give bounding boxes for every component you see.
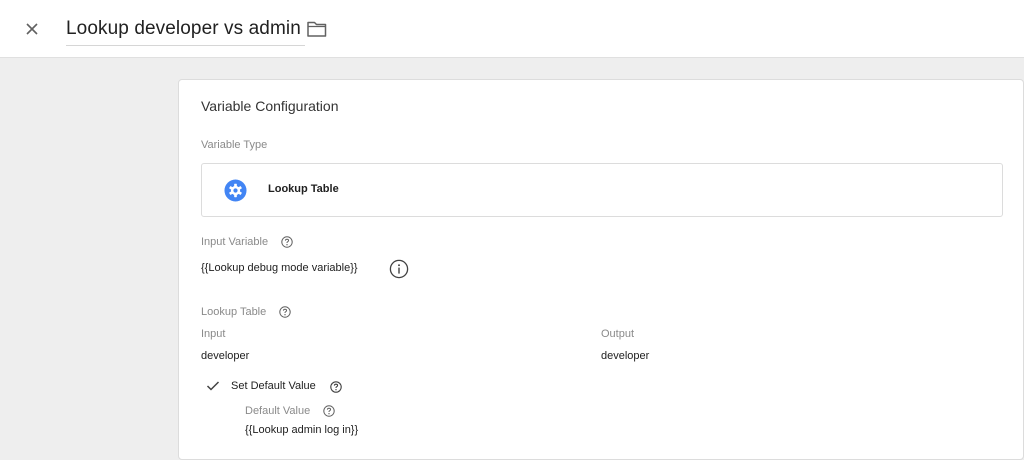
title-field[interactable]: Lookup developer vs admin — [66, 16, 305, 46]
set-default-value-checkbox-label[interactable]: Set Default Value — [231, 380, 316, 392]
variable-type-selector[interactable]: Lookup Table — [201, 163, 1003, 217]
default-value-label: Default Value — [245, 405, 311, 417]
variable-configuration-card: Variable Configuration Variable Type Loo… — [178, 79, 1024, 460]
variable-type-name: Lookup Table — [268, 183, 339, 195]
info-icon[interactable] — [389, 259, 409, 279]
lookup-table-label: Lookup Table — [201, 306, 267, 318]
table-cell-output[interactable]: developer — [601, 350, 649, 362]
column-header-output: Output — [601, 328, 635, 340]
variable-type-label: Variable Type — [201, 139, 268, 151]
default-value-value[interactable]: {{Lookup admin log in}} — [245, 424, 358, 436]
input-variable-label: Input Variable — [201, 236, 269, 248]
column-header-input: Input — [201, 328, 226, 340]
table-cell-input[interactable]: developer — [201, 350, 249, 362]
card-title: Variable Configuration — [201, 98, 339, 114]
folder-icon[interactable] — [306, 19, 328, 39]
checkmark-icon[interactable] — [206, 379, 220, 391]
close-icon[interactable] — [22, 19, 42, 39]
page-title[interactable]: Lookup developer vs admin — [66, 18, 301, 39]
input-variable-value[interactable]: {{Lookup debug mode variable}} — [201, 262, 358, 274]
help-icon[interactable] — [330, 380, 342, 393]
gear-icon — [224, 179, 247, 202]
top-bar: Lookup developer vs admin — [0, 0, 1024, 58]
help-icon[interactable] — [279, 305, 291, 318]
help-icon[interactable] — [281, 235, 293, 248]
help-icon[interactable] — [323, 404, 335, 417]
